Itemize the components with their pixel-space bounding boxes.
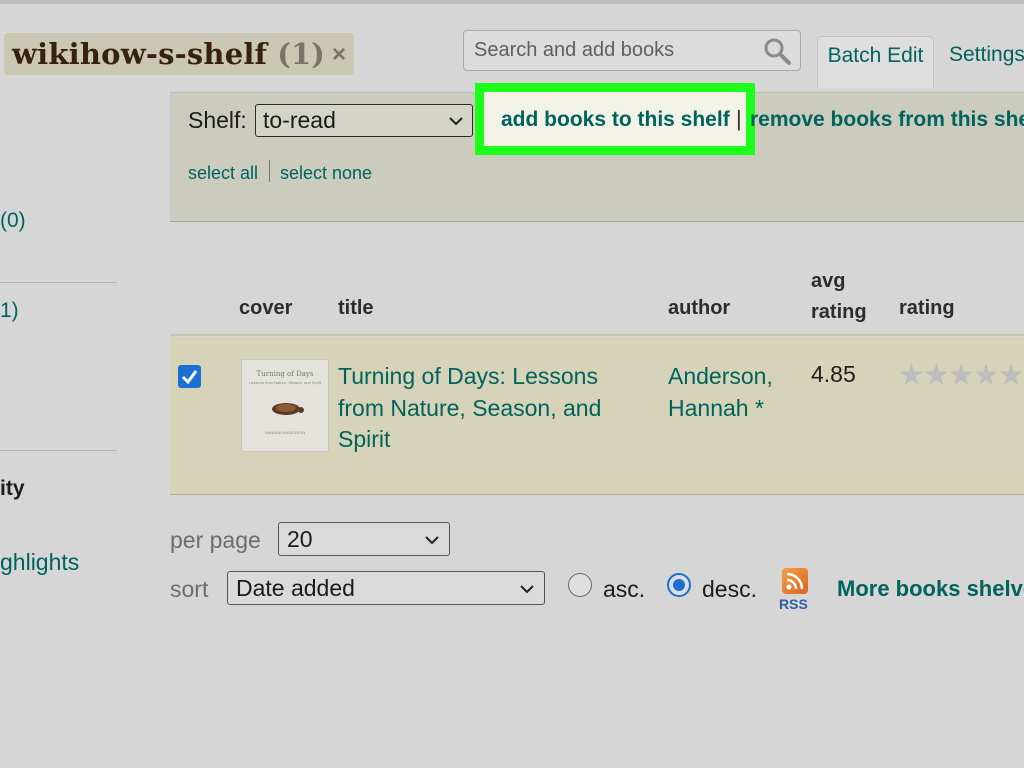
chevron-down-icon	[425, 536, 439, 545]
sort-select[interactable]: Date added	[227, 571, 545, 605]
rss-waves-icon	[786, 572, 804, 590]
turtle-icon	[272, 403, 304, 415]
row-checkbox[interactable]	[178, 365, 201, 388]
per-page-select[interactable]: 20	[278, 522, 450, 556]
remove-books-link[interactable]: remove books from this shelf	[750, 108, 1024, 132]
sort-asc-label: asc.	[603, 576, 646, 602]
add-books-link[interactable]: add books to this shelf	[501, 108, 730, 132]
per-page-value: 20	[287, 526, 313, 552]
link-separator	[269, 160, 270, 182]
shelf-title-tag: wikihow-s-shelf (1) ×	[4, 33, 354, 75]
rss-icon[interactable]	[782, 568, 808, 594]
search-input[interactable]	[464, 31, 754, 70]
avg-header-line1: avg	[811, 270, 846, 292]
top-border	[0, 0, 1024, 4]
column-header-title[interactable]: title	[338, 297, 374, 320]
sort-value: Date added	[236, 575, 355, 601]
batch-edit-panel: Shelf: to-read add books to this shelf |…	[170, 83, 1024, 222]
tab-settings[interactable]: Settings	[949, 43, 1024, 67]
sort-asc-radio[interactable]	[568, 573, 592, 597]
tab-batch-edit[interactable]: Batch Edit	[817, 36, 934, 88]
avg-header-line2: rating	[811, 301, 867, 323]
cover-author: HANNAH ANDERSON	[264, 430, 306, 435]
column-header-rating[interactable]: rating	[899, 297, 955, 320]
star-rating-widget[interactable]: ★★★★★	[898, 358, 1024, 393]
sort-desc-label: desc.	[702, 576, 757, 602]
book-cover[interactable]: Turning of Days Lessons from Nature, Sea…	[241, 359, 329, 452]
table-row: Turning of Days Lessons from Nature, Sea…	[170, 337, 1024, 495]
shelf-select-value: to-read	[263, 107, 336, 133]
cover-subtitle: Lessons from Nature, Season, and Spirit	[248, 380, 322, 385]
shelf-count: (1)	[277, 37, 325, 71]
shelf-select[interactable]: to-read	[255, 104, 473, 137]
checkmark-icon	[181, 370, 198, 385]
link-separator: |	[736, 106, 742, 131]
shelf-label: Shelf:	[188, 107, 247, 133]
more-books-link[interactable]: More books shelved	[837, 576, 1024, 602]
search-icon[interactable]	[762, 36, 792, 66]
select-all-link[interactable]: select all	[188, 163, 258, 184]
sidebar-count-one[interactable]: 1)	[0, 299, 19, 323]
sidebar-item-highlights[interactable]: ghlights	[0, 549, 79, 576]
sidebar-divider	[0, 450, 117, 451]
sidebar-section-heading: ity	[0, 477, 25, 500]
shelf-name: wikihow-s-shelf	[12, 37, 268, 71]
column-header-cover[interactable]: cover	[239, 297, 292, 320]
column-header-author[interactable]: author	[668, 297, 730, 320]
sidebar-count-zero[interactable]: (0)	[0, 209, 26, 233]
avg-rating-value: 4.85	[811, 361, 856, 387]
per-page-label: per page	[170, 527, 261, 553]
chevron-down-icon	[520, 585, 534, 594]
book-title-link[interactable]: Turning of Days: Lessons from Nature, Se…	[338, 361, 638, 456]
sort-desc-radio[interactable]	[667, 573, 691, 597]
search-box	[463, 30, 801, 71]
table-header-divider	[170, 334, 1024, 336]
sort-label: sort	[170, 576, 209, 602]
close-icon[interactable]: ×	[332, 41, 346, 69]
chevron-down-icon	[449, 117, 463, 126]
sidebar-divider	[0, 282, 117, 283]
column-header-avg-rating[interactable]: avg rating	[811, 266, 867, 328]
select-none-link[interactable]: select none	[280, 163, 372, 184]
book-author-link[interactable]: Anderson, Hannah *	[668, 361, 798, 424]
rss-label[interactable]: RSS	[779, 596, 808, 612]
cover-title: Turning of Days	[256, 370, 314, 378]
